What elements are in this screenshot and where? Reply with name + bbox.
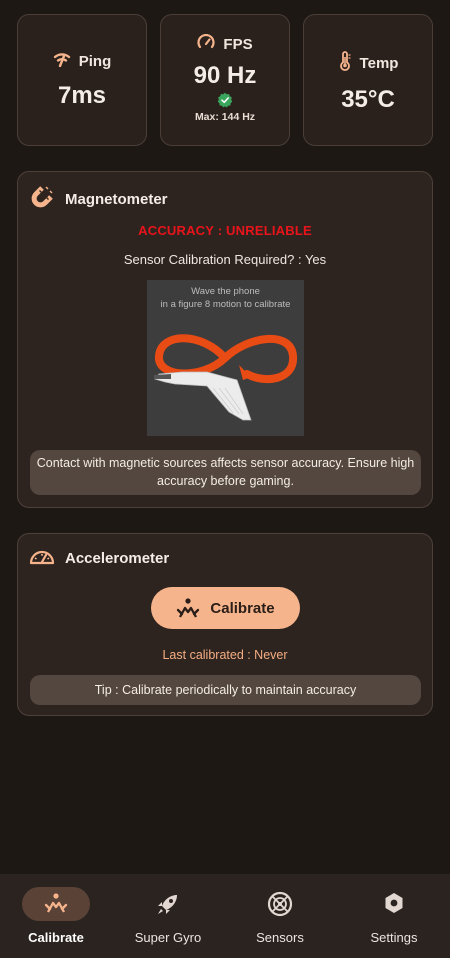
calibrate-button[interactable]: Calibrate [151,587,300,629]
calibrate-icon [177,598,200,618]
temp-card: Temp 35°C [303,14,433,146]
magnetometer-header: Magnetometer [29,184,168,215]
figure-8-drawing [154,334,297,421]
ping-card: Ping 7ms [17,14,147,146]
figure-8-illustration: Wave the phone in a figure 8 motion to c… [147,280,304,436]
nav-label-super-gyro: Super Gyro [134,930,202,945]
magnetic-notice: Contact with magnetic sources affects se… [30,450,421,495]
calibration-tip: Tip : Calibrate periodically to maintain… [30,675,421,705]
nav-label-settings: Settings [370,930,418,945]
stats-row: Ping 7ms FPS 90 Hz Max: 144 Hz Temp 35°C [17,14,433,146]
magnet-icon [29,184,55,215]
fps-header: FPS [161,33,289,54]
signal-icon [53,51,71,71]
accelerometer-header: Accelerometer [29,546,169,571]
calibrate-icon [0,891,112,915]
temp-label: Temp [359,54,399,72]
calibrate-button-label: Calibrate [210,599,275,617]
fps-card: FPS 90 Hz Max: 144 Hz [160,14,290,146]
rocket-icon [112,891,224,917]
nav-item-sensors[interactable]: Sensors [224,874,336,958]
settings-hexagon-icon [338,891,450,915]
thermometer-icon [338,51,352,75]
magnetometer-card: Magnetometer ACCURACY : UNRELIABLE Senso… [17,171,433,508]
calibration-required: Sensor Calibration Required? : Yes [123,252,327,267]
nav-label-calibrate: Calibrate [28,930,84,945]
gauge-icon [29,546,55,571]
fps-value: 90 Hz [193,62,257,89]
app-screen: Ping 7ms FPS 90 Hz Max: 144 Hz Temp 35°C… [0,0,450,958]
temp-header: Temp [304,51,432,75]
accelerometer-title: Accelerometer [65,550,170,567]
magnetometer-title: Magnetometer [65,191,168,208]
speedometer-icon [197,33,215,54]
ping-value: 7ms [57,82,107,109]
ping-header: Ping [18,51,146,71]
last-calibrated: Last calibrated : Never [162,648,288,662]
accuracy-status: ACCURACY : UNRELIABLE [138,223,312,238]
fps-max: Max: 144 Hz [194,111,256,123]
ping-label: Ping [78,52,112,70]
fps-label: FPS [223,35,253,53]
temp-value: 35°C [341,86,395,113]
nav-item-calibrate[interactable]: Calibrate [0,874,112,958]
nav-label-sensors: Sensors [256,930,304,945]
nav-item-super-gyro[interactable]: Super Gyro [112,874,224,958]
bottom-nav: Calibrate Super Gyro Sensors Settings [0,874,450,958]
sensors-icon [224,891,336,917]
nav-item-settings[interactable]: Settings [338,874,450,958]
accelerometer-card: Accelerometer Calibrate Last calibrated … [17,533,433,716]
verified-badge-icon [217,92,233,108]
